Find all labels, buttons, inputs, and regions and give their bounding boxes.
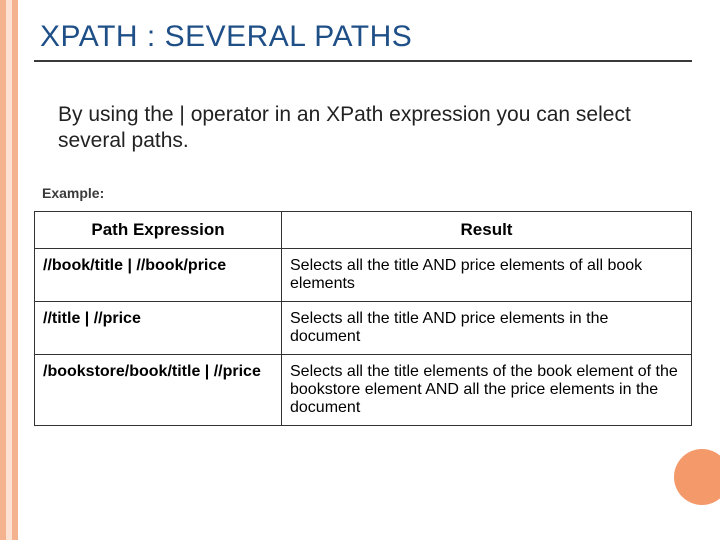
cell-expression: /bookstore/book/title | //price <box>35 354 282 425</box>
table-row: /bookstore/book/title | //price Selects … <box>35 354 692 425</box>
cell-result: Selects all the title AND price elements… <box>282 301 692 354</box>
cell-expression: //title | //price <box>35 301 282 354</box>
table-row: //title | //price Selects all the title … <box>35 301 692 354</box>
paths-table: Path Expression Result //book/title | //… <box>34 211 692 426</box>
decorative-stripes <box>0 0 18 540</box>
decorative-circle-icon <box>674 449 720 505</box>
table-row: //book/title | //book/price Selects all … <box>35 248 692 301</box>
cell-result: Selects all the title AND price elements… <box>282 248 692 301</box>
example-label: Example: <box>42 185 692 201</box>
header-path: Path Expression <box>35 211 282 248</box>
header-result: Result <box>282 211 692 248</box>
title-underline <box>34 60 692 62</box>
cell-result: Selects all the title elements of the bo… <box>282 354 692 425</box>
cell-expression: //book/title | //book/price <box>35 248 282 301</box>
slide: XPATH : SEVERAL PATHS By using the | ope… <box>0 0 720 540</box>
page-title: XPATH : SEVERAL PATHS <box>34 20 692 54</box>
table-header-row: Path Expression Result <box>35 211 692 248</box>
description-text: By using the | operator in an XPath expr… <box>58 102 672 155</box>
